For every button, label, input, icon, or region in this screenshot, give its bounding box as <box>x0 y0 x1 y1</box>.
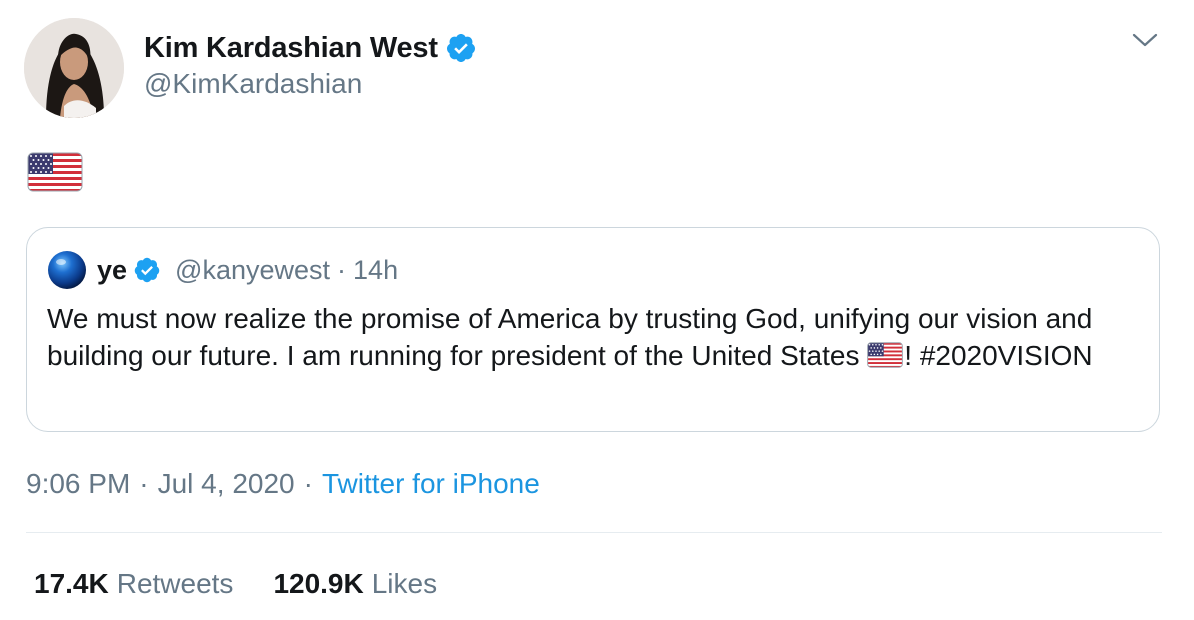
avatar-photo-icon <box>24 18 124 118</box>
quoted-tweet-header: ye @kanyewest · 14h <box>47 250 398 290</box>
us-flag-emoji <box>27 152 83 192</box>
quoted-display-name[interactable]: ye <box>97 255 127 286</box>
quoted-text-tail: ! #2020VISION <box>904 340 1093 371</box>
quoted-handle[interactable]: @kanyewest <box>175 255 330 286</box>
globe-avatar-icon <box>47 250 87 290</box>
author-avatar[interactable] <box>24 18 124 118</box>
likes-stat[interactable]: 120.9K Likes <box>273 568 437 600</box>
likes-label: Likes <box>371 568 438 599</box>
quoted-tweet-text: We must now realize the promise of Ameri… <box>47 300 1137 377</box>
verified-badge-icon <box>445 32 477 64</box>
quoted-tweet-card[interactable]: ye @kanyewest · 14h We must now realize … <box>26 227 1160 432</box>
us-flag-emoji <box>867 342 904 374</box>
chevron-down-icon[interactable] <box>1132 30 1158 50</box>
quoted-author-avatar[interactable] <box>47 250 87 290</box>
meta-separator: · <box>303 468 313 499</box>
tweet-stats-row: 17.4K Retweets 120.9K Likes <box>34 566 437 602</box>
tweet-meta-row: 9:06 PM · Jul 4, 2020 · Twitter for iPho… <box>26 466 540 502</box>
retweets-stat[interactable]: 17.4K Retweets <box>34 568 233 600</box>
author-handle[interactable]: @KimKardashian <box>144 68 362 100</box>
tweet-date[interactable]: Jul 4, 2020 <box>158 468 295 500</box>
tweet-detail: Kim Kardashian West @KimKardashian ye @k… <box>0 0 1194 620</box>
stats-divider <box>26 532 1162 533</box>
retweets-label: Retweets <box>116 568 234 599</box>
tweet-source-link[interactable]: Twitter for iPhone <box>322 468 540 500</box>
likes-count: 120.9K <box>273 568 364 599</box>
author-name-row: Kim Kardashian West <box>144 28 477 68</box>
tweet-time[interactable]: 9:06 PM <box>26 468 130 500</box>
quoted-time-ago[interactable]: 14h <box>353 255 398 286</box>
quoted-separator: · <box>337 254 347 285</box>
meta-separator: · <box>139 468 149 499</box>
verified-badge-icon <box>133 256 161 284</box>
author-display-name[interactable]: Kim Kardashian West <box>144 32 438 65</box>
retweets-count: 17.4K <box>34 568 109 599</box>
